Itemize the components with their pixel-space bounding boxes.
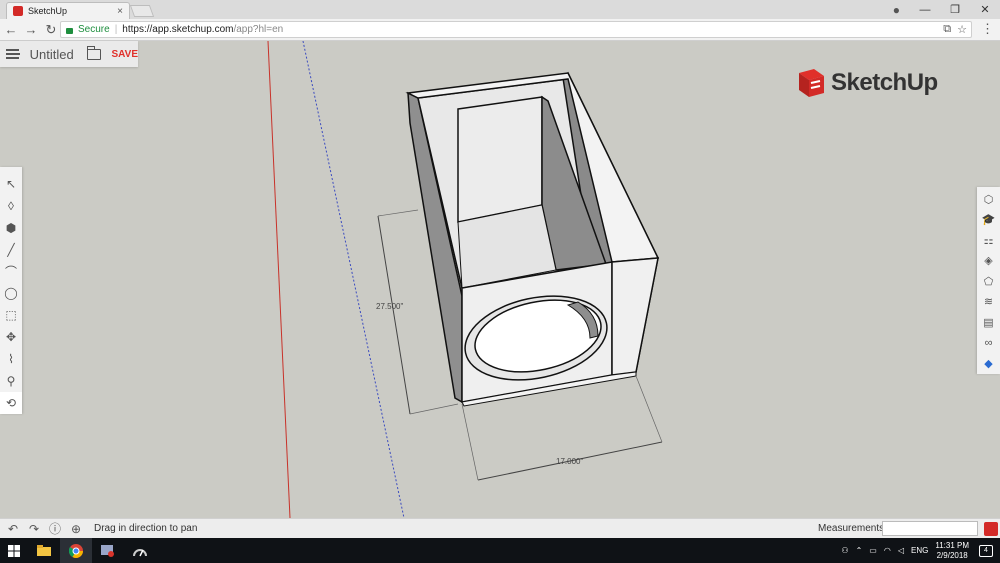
dimension-width-ext-right <box>635 375 663 443</box>
display-icon[interactable]: ∞ <box>977 333 1000 354</box>
blue-axis <box>302 41 405 518</box>
right-panel-toolbar: ⬡ 🎓 ⚏ ◈ ⬠ ≋ ▤ ∞ ◆ <box>977 187 1000 374</box>
layers-icon[interactable]: ≋ <box>977 292 1000 313</box>
logo-text: SketchUp <box>831 69 938 96</box>
back-icon[interactable]: ← <box>2 22 20 37</box>
circle-tool-icon[interactable]: ◯ <box>0 283 22 305</box>
close-window-button[interactable]: ✕ <box>970 3 1000 16</box>
url-path: /app?hl=en <box>233 24 284 35</box>
dimension-height-line <box>377 215 411 415</box>
chrome-icon[interactable] <box>60 538 92 563</box>
new-tab-button[interactable] <box>129 5 155 17</box>
globe-icon[interactable]: ⊕ <box>67 522 85 536</box>
walk-tool-icon[interactable]: ⚲ <box>0 370 22 392</box>
line-tool-icon[interactable]: ╱ <box>0 239 22 261</box>
clock-time: 11:31 PM <box>935 540 969 550</box>
address-bar[interactable]: Secure | https://app.sketchup.com /app?h… <box>60 21 972 38</box>
divider-panel <box>457 96 543 223</box>
entity-info-icon[interactable]: ⬡ <box>977 189 1000 210</box>
omnibox-actions: ⧉ ☆ <box>943 23 967 36</box>
modeling-viewport[interactable]: 27.500" 17.000" <box>0 41 1000 518</box>
3d-warehouse-icon[interactable]: ◆ <box>977 353 1000 374</box>
browser-menu-icon[interactable]: ⋮ <box>981 21 994 37</box>
cast-icon[interactable]: ⧉ <box>943 23 951 36</box>
redo-icon[interactable]: ↷ <box>25 522 43 536</box>
system-tray: ⚇ ⌃ ▭ ◠ ◁ ENG 11:31 PM 2/9/2018 4 <box>841 538 1000 563</box>
components-icon[interactable]: ⚏ <box>977 230 1000 251</box>
sketchup-favicon-icon <box>13 6 23 16</box>
tape-measure-tool-icon[interactable]: ⌇ <box>0 348 22 370</box>
windows-start-icon[interactable] <box>0 538 28 563</box>
dimension-width-label: 17.000" <box>556 457 583 466</box>
measurements-input[interactable] <box>882 521 978 536</box>
tab-title: SketchUp <box>28 6 68 16</box>
red-axis <box>267 41 291 518</box>
file-explorer-icon[interactable] <box>28 538 60 563</box>
materials-icon[interactable]: ◈ <box>977 251 1000 272</box>
omnibox-divider: | <box>114 24 118 35</box>
browser-tab[interactable]: SketchUp × <box>6 2 130 19</box>
gauge-app-icon[interactable] <box>124 538 156 563</box>
eraser-tool-icon[interactable]: ◊ <box>0 195 22 217</box>
scenes-icon[interactable]: ▤ <box>977 312 1000 333</box>
volume-icon[interactable]: ◁ <box>898 546 904 555</box>
menu-icon[interactable] <box>6 49 20 59</box>
open-folder-icon[interactable] <box>86 45 101 60</box>
window-controls: — ❐ ✕ <box>910 0 1000 19</box>
media-app-icon[interactable] <box>92 538 124 563</box>
clock-date: 2/9/2018 <box>936 550 968 560</box>
left-toolbar: ↖ ◊ ⬢ ╱ ⌒ ◯ ⬚ ✥ ⌇ ⚲ ⟲ <box>0 167 22 414</box>
arc-tool-icon[interactable]: ⌒ <box>0 261 22 283</box>
browser-navbar: ← → ↻ Secure | https://app.sketchup.com … <box>0 19 1000 41</box>
notification-icon[interactable]: 4 <box>979 544 993 557</box>
instructor-icon[interactable]: 🎓 <box>977 210 1000 231</box>
help-icon[interactable]: ⓘ <box>46 520 64 537</box>
status-bar: ↶ ↷ ⓘ ⊕ Drag in direction to pan Measure… <box>0 518 1000 538</box>
dimension-height-ext-bottom <box>409 403 459 415</box>
sketchup-logo-icon <box>799 69 824 97</box>
tab-close-icon[interactable]: × <box>117 6 123 17</box>
reload-icon[interactable]: ↻ <box>42 22 60 38</box>
push-pull-tool-icon[interactable]: ⬚ <box>0 304 22 326</box>
select-tool-icon[interactable]: ↖ <box>0 173 22 195</box>
url-host: https://app.sketchup.com <box>122 24 234 35</box>
dimension-width-ext-left <box>461 403 479 481</box>
tray-chevron-icon[interactable]: ⌃ <box>856 546 863 555</box>
sketchup-logo: SketchUp <box>796 67 938 99</box>
sketchup-status-icon[interactable] <box>984 522 998 536</box>
status-message: Drag in direction to pan <box>94 523 198 534</box>
save-button[interactable]: SAVE <box>112 49 139 60</box>
dimension-height-ext-top <box>377 209 419 217</box>
measurements-label: Measurements <box>818 523 885 534</box>
language-indicator[interactable]: ENG <box>911 546 928 555</box>
document-title[interactable]: Untitled <box>30 47 74 62</box>
battery-icon[interactable]: ▭ <box>869 546 877 555</box>
browser-tabstrip: SketchUp × ● — ❐ ✕ <box>0 0 1000 19</box>
model-canvas[interactable]: 27.500" 17.000" <box>0 41 1000 518</box>
move-tool-icon[interactable]: ✥ <box>0 326 22 348</box>
paint-tool-icon[interactable]: ⬢ <box>0 217 22 239</box>
wifi-icon[interactable]: ◠ <box>884 546 891 555</box>
app-topbar: Untitled SAVE <box>0 41 138 67</box>
secure-label: Secure <box>78 24 110 35</box>
lock-icon <box>66 27 73 34</box>
restore-button[interactable]: ❐ <box>940 3 970 16</box>
clock[interactable]: 11:31 PM 2/9/2018 <box>935 541 969 561</box>
windows-taskbar: ⚇ ⌃ ▭ ◠ ◁ ENG 11:31 PM 2/9/2018 4 <box>0 538 1000 563</box>
profile-icon[interactable]: ● <box>893 3 900 17</box>
bookmark-star-icon[interactable]: ☆ <box>957 23 967 36</box>
people-icon[interactable]: ⚇ <box>841 546 848 555</box>
forward-icon[interactable]: → <box>22 22 40 37</box>
styles-icon[interactable]: ⬠ <box>977 271 1000 292</box>
dimension-height-label: 27.500" <box>376 302 403 311</box>
minimize-button[interactable]: — <box>910 4 940 16</box>
orbit-tool-icon[interactable]: ⟲ <box>0 392 22 414</box>
undo-icon[interactable]: ↶ <box>4 522 22 536</box>
front-baffle-side <box>611 257 659 376</box>
